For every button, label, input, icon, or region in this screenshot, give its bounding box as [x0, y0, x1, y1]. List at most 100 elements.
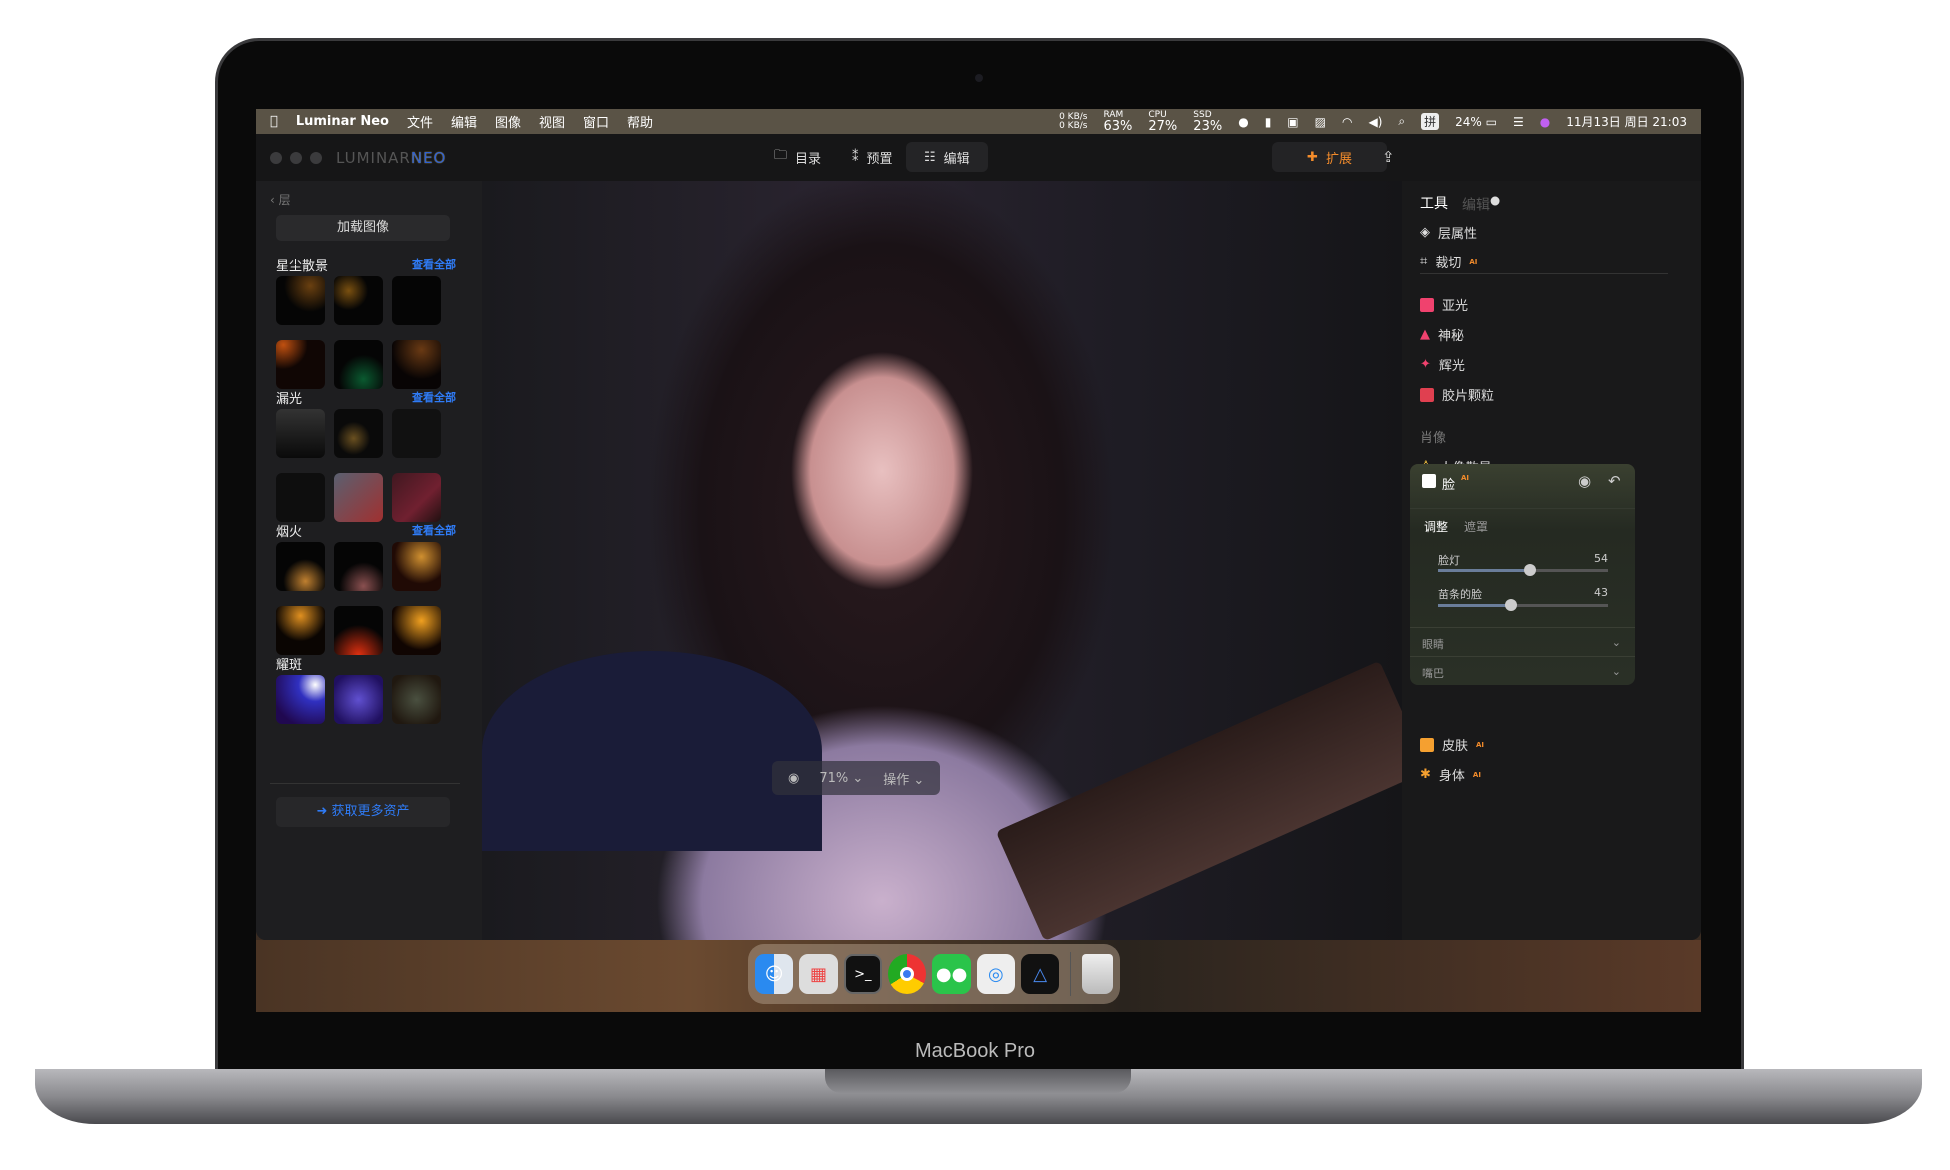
tab-tools[interactable]: 工具: [1420, 193, 1448, 213]
tab-mask[interactable]: 遮罩: [1464, 518, 1488, 535]
tab-catalog[interactable]: 🗀 目录: [756, 142, 839, 172]
siri-icon[interactable]: ●: [1540, 115, 1550, 129]
face-title[interactable]: 脸 AI: [1422, 474, 1469, 493]
tool-layer-properties[interactable]: ◈ 层属性: [1420, 223, 1477, 242]
asset-thumb[interactable]: [392, 675, 441, 724]
menu-edit[interactable]: 编辑: [451, 112, 477, 131]
tool-film-grain[interactable]: 胶片颗粒: [1420, 385, 1494, 404]
accordion-eyes[interactable]: 眼睛 ⌄: [1410, 627, 1635, 656]
zoom-dropdown[interactable]: 71% ⌄: [819, 771, 863, 786]
menu-app-name[interactable]: Luminar Neo: [296, 114, 389, 129]
asset-thumb[interactable]: [276, 340, 325, 389]
tool-body[interactable]: ✱ 身体 AI: [1420, 765, 1481, 784]
eye-icon[interactable]: ◉: [1578, 472, 1591, 490]
asset-thumb[interactable]: [276, 675, 325, 724]
zoom-button[interactable]: [310, 151, 322, 164]
slim-face-slider[interactable]: [1438, 599, 1608, 611]
photo-canvas[interactable]: ◉ 71% ⌄ 操作 ⌄: [482, 181, 1402, 940]
trash-icon[interactable]: [1082, 954, 1113, 994]
back-button[interactable]: ‹ 层: [270, 191, 291, 208]
tab-edit[interactable]: ☷ 编辑: [906, 142, 988, 172]
asset-thumb[interactable]: [276, 409, 325, 458]
asset-thumb[interactable]: [276, 606, 325, 655]
volume-icon[interactable]: ◀): [1368, 115, 1382, 129]
tab-presets[interactable]: ⁑ 预置: [834, 142, 911, 172]
share-icon[interactable]: ⇪: [1382, 148, 1395, 166]
menu-view[interactable]: 视图: [539, 112, 565, 131]
eye-icon[interactable]: ◉: [788, 771, 799, 786]
wifi-icon[interactable]: ◠: [1342, 115, 1352, 129]
accordion-mouth[interactable]: 嘴巴 ⌄: [1410, 656, 1635, 685]
toolbar: LUMINARNEO 🗀 目录 ⁑ 预置 ☷ 编辑 ✚ 扩展 ⇪: [256, 134, 1701, 181]
tool-skin[interactable]: 皮肤 AI: [1420, 735, 1484, 754]
asset-thumb[interactable]: [334, 473, 383, 522]
see-all-link[interactable]: 查看全部: [412, 389, 456, 405]
chevron-down-icon: ⌄: [1611, 636, 1621, 649]
luminar-neo-icon[interactable]: △: [1021, 954, 1060, 994]
menu-image[interactable]: 图像: [495, 112, 521, 131]
asset-thumb[interactable]: [392, 340, 441, 389]
cpu-stat[interactable]: CPU 27%: [1148, 110, 1177, 133]
asset-thumb[interactable]: [334, 276, 383, 325]
control-center-icon[interactable]: ☰: [1513, 115, 1524, 129]
input-method[interactable]: 拼: [1421, 113, 1440, 130]
asset-thumb[interactable]: [392, 409, 441, 458]
asset-thumb[interactable]: [334, 409, 383, 458]
see-all-link[interactable]: 查看全部: [412, 522, 456, 538]
clock[interactable]: 11月13日 周日 21:03: [1566, 113, 1687, 130]
face-light-slider[interactable]: [1438, 564, 1608, 576]
get-more-assets-button[interactable]: ➜ 获取更多资产: [276, 797, 450, 827]
finder-icon[interactable]: ☺: [755, 954, 794, 994]
network-stat[interactable]: 0 KB/s 0 KB/s: [1059, 112, 1087, 131]
wechat-icon[interactable]: ●●: [932, 954, 971, 994]
slider-knob[interactable]: [1505, 599, 1518, 611]
photo-icon[interactable]: ▨: [1315, 115, 1326, 129]
menu-help[interactable]: 帮助: [627, 112, 653, 131]
asset-thumb[interactable]: [334, 606, 383, 655]
minimize-button[interactable]: [290, 151, 302, 164]
chrome-icon[interactable]: [888, 954, 927, 994]
asset-thumb[interactable]: [392, 473, 441, 522]
launchpad-icon[interactable]: ▦: [799, 954, 838, 994]
asset-thumb[interactable]: [276, 276, 325, 325]
asset-thumb[interactable]: [334, 340, 383, 389]
apple-icon[interactable]: : [270, 114, 278, 129]
asset-thumb[interactable]: [276, 542, 325, 591]
ram-stat[interactable]: RAM 63%: [1103, 110, 1132, 133]
tab-edits[interactable]: 编辑●: [1462, 193, 1500, 215]
tool-matte[interactable]: 亚光: [1420, 295, 1468, 314]
ssd-stat[interactable]: SSD 23%: [1193, 110, 1222, 133]
tool-crop[interactable]: ⌗ 裁切 AI: [1420, 252, 1477, 271]
display-icon[interactable]: ▮: [1265, 115, 1272, 129]
tool-mystical[interactable]: ▲ 神秘: [1420, 325, 1464, 344]
menu-window[interactable]: 窗口: [583, 112, 609, 131]
dock: ☺ ▦ >_ ●● ◎ △: [748, 944, 1120, 1004]
divider: [1410, 508, 1635, 509]
slider-label: 苗条的脸 43: [1438, 586, 1608, 601]
wechat-status-icon[interactable]: ●: [1238, 115, 1248, 129]
assets-panel: ‹ 层 加载图像 星尘散景 查看全部 漏光 查看全部 烟火 查看全部 耀斑 ➜ 获取更…: [256, 181, 482, 940]
see-all-link[interactable]: 查看全部: [412, 256, 456, 272]
tab-adjust[interactable]: 调整: [1424, 518, 1448, 535]
close-button[interactable]: [270, 151, 282, 164]
fireworks-grid: [276, 542, 441, 655]
body-icon: ✱: [1420, 767, 1431, 782]
battery-status[interactable]: 24% ▭: [1455, 115, 1497, 129]
actions-dropdown[interactable]: 操作 ⌄: [883, 769, 924, 788]
extensions-button[interactable]: ✚ 扩展: [1272, 142, 1387, 172]
load-image-button[interactable]: 加载图像: [276, 215, 450, 241]
menu-file[interactable]: 文件: [407, 112, 433, 131]
asset-thumb[interactable]: [334, 542, 383, 591]
tool-glow[interactable]: ✦ 辉光: [1420, 355, 1465, 374]
asset-thumb[interactable]: [392, 542, 441, 591]
safari-icon[interactable]: ◎: [976, 954, 1016, 994]
asset-thumb[interactable]: [392, 606, 441, 655]
undo-icon[interactable]: ↶: [1608, 472, 1621, 490]
slider-knob[interactable]: [1523, 564, 1536, 576]
asset-thumb[interactable]: [334, 675, 383, 724]
asset-thumb[interactable]: [276, 473, 325, 522]
search-icon[interactable]: ⌕: [1398, 114, 1405, 129]
clipboard-icon[interactable]: ▣: [1287, 115, 1298, 129]
asset-thumb[interactable]: [392, 276, 441, 325]
terminal-icon[interactable]: >_: [843, 954, 883, 994]
